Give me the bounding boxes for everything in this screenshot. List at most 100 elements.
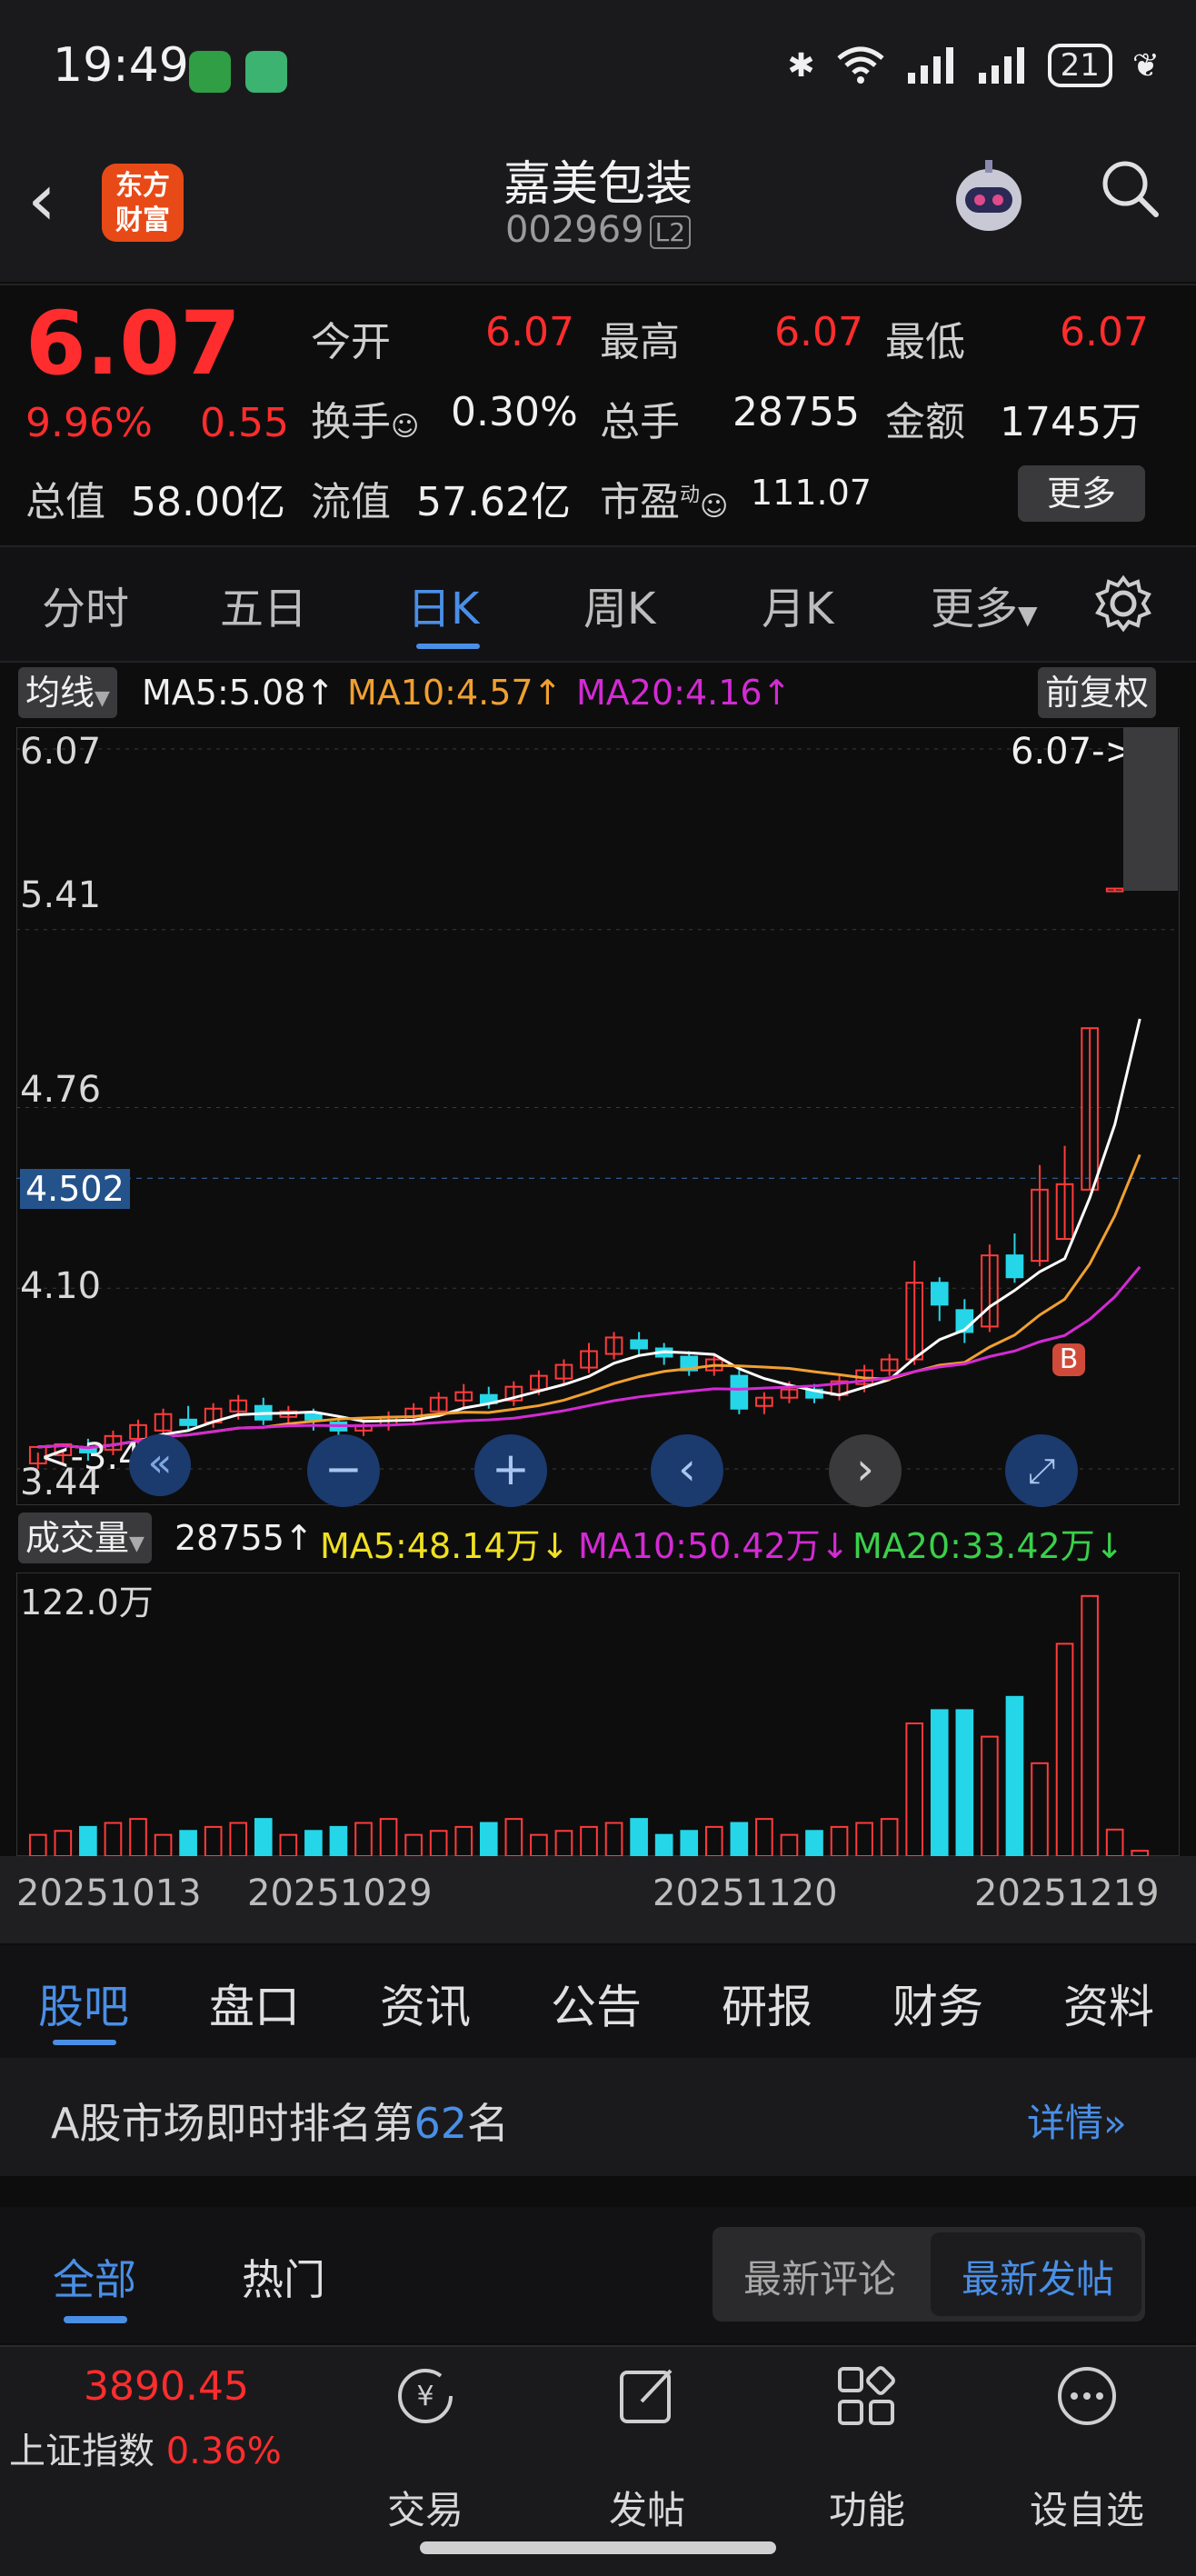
tab-weekly-k[interactable]: 周K [583, 573, 655, 636]
pe-label: 市盈动☺ [600, 469, 728, 527]
filter-hot[interactable]: 热门 [242, 2247, 325, 2307]
volume-bar [304, 1830, 323, 1856]
tab-news[interactable]: 资讯 [380, 1971, 471, 2036]
watchlist-label[interactable]: 设自选 [1014, 2480, 1160, 2535]
zoom-in-icon[interactable]: + [474, 1434, 547, 1507]
tab-monthly-k[interactable]: 月K [762, 573, 833, 636]
volume-bar [730, 1822, 749, 1856]
volume-bar [504, 1818, 523, 1856]
trade-icon[interactable]: ¥ [393, 2363, 458, 2429]
volume-readout: 28755↑ [174, 1518, 314, 1558]
ma20-text: MA20:4.16 [576, 673, 762, 713]
volume-bar [204, 1825, 223, 1856]
low-value: 6.07 [1060, 309, 1149, 355]
tab-pankou[interactable]: 盘口 [209, 1971, 300, 2036]
volume-bar [930, 1709, 949, 1856]
change-percent: 9.96% [25, 400, 153, 446]
index-value[interactable]: 3890.45 [84, 2363, 249, 2410]
tab-research[interactable]: 研报 [722, 1971, 812, 2036]
filter-all[interactable]: 全部 [53, 2247, 136, 2307]
volume-bar [855, 1822, 873, 1856]
ma5-line [37, 1018, 1141, 1450]
open-label: 今开 [311, 319, 391, 365]
trade-label[interactable]: 交易 [353, 2480, 498, 2535]
active-tab-underline [416, 644, 480, 649]
volume-bar [1081, 1594, 1099, 1856]
watchlist-icon[interactable] [1054, 2363, 1120, 2429]
candlestick-chart[interactable] [16, 727, 1180, 1505]
float-label: 流值 [311, 479, 391, 525]
volume-bar [454, 1825, 473, 1856]
ma-selector[interactable]: 均线▼ [18, 667, 117, 718]
edit-post-icon[interactable] [614, 2363, 680, 2429]
volume-selector[interactable]: 成交量▼ [18, 1513, 152, 1563]
wifi-icon [836, 46, 884, 84]
zoom-out-icon[interactable]: − [307, 1434, 380, 1507]
ma5-text: MA5:5.08 [142, 673, 306, 713]
date-label-2: 20251029 [247, 1872, 433, 1914]
volume-bar [680, 1830, 699, 1856]
sort-latest-post[interactable]: 最新发帖 [962, 2249, 1114, 2304]
app-notification-icon [245, 51, 287, 93]
ma20-readout: MA20:4.16↑ [576, 673, 792, 713]
ma10-line [37, 1153, 1141, 1450]
volume-bar [28, 1833, 47, 1856]
volume-bar [254, 1818, 273, 1856]
amount-value: 1745万 [1000, 399, 1141, 445]
volume-bar [780, 1833, 799, 1856]
volume-bar [179, 1830, 197, 1856]
volume-bar [104, 1822, 123, 1856]
tab-announcements[interactable]: 公告 [551, 1971, 642, 2036]
axis-label-3: 4.10 [20, 1265, 102, 1307]
signal-icon-2 [978, 47, 1024, 84]
more-button[interactable]: 更多 [1018, 465, 1145, 522]
function-label[interactable]: 功能 [794, 2480, 940, 2535]
rank-number: 62 [414, 2099, 468, 2148]
tab-more[interactable]: 更多▼ [931, 573, 1038, 636]
leaf-icon: ❦ [1131, 46, 1160, 85]
volume-selector-label: 成交量 [25, 1518, 130, 1558]
index-row[interactable]: 上证指数 0.36% [9, 2421, 282, 2474]
fast-back-icon[interactable]: « [129, 1434, 191, 1496]
tab-guba[interactable]: 股吧 [38, 1971, 129, 2036]
scroll-right-icon[interactable]: › [829, 1434, 902, 1507]
turnover-label: 换手☺ [311, 389, 419, 447]
tab-finance[interactable]: 财务 [892, 1971, 983, 2036]
post-label[interactable]: 发帖 [574, 2480, 720, 2535]
turnover-value: 0.30% [451, 389, 578, 435]
robot-assistant-icon[interactable] [945, 155, 1032, 242]
index-pct: 0.36% [165, 2431, 282, 2472]
volume-bar [429, 1830, 448, 1856]
chart-grid [16, 748, 1180, 1470]
bluetooth-icon: ✱ [787, 46, 815, 85]
candles-group [28, 748, 1150, 1469]
search-icon[interactable] [1098, 156, 1161, 220]
rank-detail-label: 详情 [1027, 2101, 1104, 2145]
volume-bar [1055, 1642, 1074, 1856]
l2-badge: L2 [649, 215, 692, 249]
content-tab-underline [53, 2040, 116, 2045]
function-grid-icon[interactable] [834, 2363, 900, 2429]
axis-label-1: 5.41 [20, 874, 102, 916]
ma-lines-group [37, 1018, 1141, 1450]
tab-daily-k[interactable]: 日K [407, 573, 479, 636]
tab-five-day[interactable]: 五日 [220, 573, 307, 636]
volume-bar [404, 1833, 423, 1856]
gear-icon[interactable] [1094, 574, 1152, 633]
volume-bar [129, 1818, 147, 1856]
vol-ma10-text: MA10:50.42万 [578, 1526, 821, 1566]
scroll-left-icon[interactable]: ‹ [651, 1434, 723, 1507]
volume-bar [379, 1818, 398, 1856]
tab-profile[interactable]: 资料 [1063, 1971, 1154, 2036]
fullscreen-icon[interactable]: ⤢ [1005, 1434, 1078, 1507]
adjust-button[interactable]: 前复权 [1038, 667, 1157, 718]
volume-text: 28755 [174, 1518, 284, 1558]
volume-bar [755, 1818, 773, 1856]
sort-latest-comment[interactable]: 最新评论 [743, 2249, 896, 2304]
tab-intraday[interactable]: 分时 [42, 573, 129, 636]
axis-label-top: 6.07 [20, 731, 102, 773]
rank-detail-link[interactable]: 详情» [1027, 2092, 1127, 2148]
index-name: 上证指数 [9, 2431, 154, 2472]
volume-bar [1031, 1762, 1049, 1856]
date-label-1: 20251013 [16, 1872, 202, 1914]
